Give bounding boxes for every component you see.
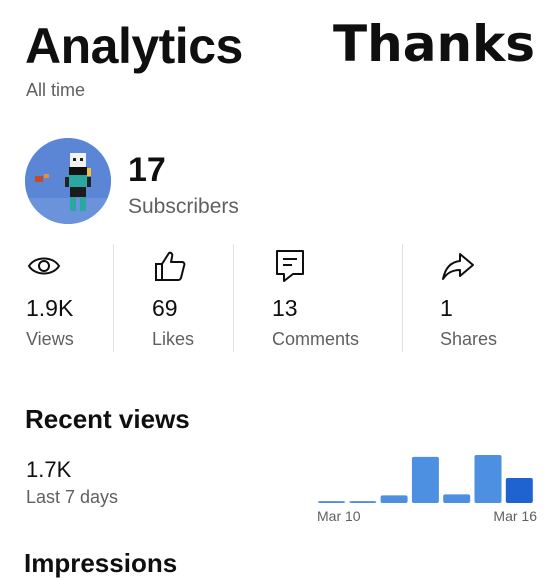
thumbs-up-icon: [155, 251, 186, 281]
shares-value: 1: [440, 295, 453, 321]
next-section-title: Impressions: [24, 548, 178, 578]
chart-bar-1[interactable]: [318, 501, 345, 503]
chart-bar-4[interactable]: [411, 456, 439, 503]
shares-label: Shares: [440, 329, 498, 349]
chart-bar-7[interactable]: [505, 478, 533, 503]
overlay-text: Thanks: [333, 15, 536, 73]
avatar[interactable]: [25, 138, 111, 224]
comments-label: Comments: [272, 329, 360, 349]
chart-bar-6[interactable]: [474, 455, 502, 503]
subscriber-label: Subscribers: [128, 195, 239, 218]
chart-bar-2[interactable]: [349, 501, 377, 503]
likes-label: Likes: [152, 329, 195, 349]
chart-tick-label-end: Mar 16: [493, 508, 537, 524]
chart-bar-5[interactable]: [443, 494, 471, 503]
share-icon: [442, 253, 474, 280]
views-value: 1.9K: [26, 295, 74, 321]
recent-views-period: Last 7 days: [26, 487, 119, 507]
period-label: All time: [26, 80, 86, 100]
page-title: Analytics: [25, 18, 243, 74]
avatar-character-icon: [25, 138, 111, 224]
recent-views-title: Recent views: [25, 404, 190, 434]
likes-value: 69: [152, 295, 178, 321]
stat-divider: [402, 244, 403, 352]
subscriber-count: 17: [128, 151, 166, 189]
chart-tick-label-start: Mar 10: [317, 508, 361, 524]
eye-icon: [27, 257, 61, 275]
comment-icon: [276, 250, 304, 282]
recent-views-chart[interactable]: Mar 10 Mar 16: [312, 448, 542, 528]
stat-divider: [113, 244, 114, 352]
views-label: Views: [26, 329, 74, 349]
stat-divider: [233, 244, 234, 352]
comments-value: 13: [272, 295, 298, 321]
chart-bar-3[interactable]: [380, 495, 408, 503]
recent-views-value: 1.7K: [26, 457, 72, 482]
